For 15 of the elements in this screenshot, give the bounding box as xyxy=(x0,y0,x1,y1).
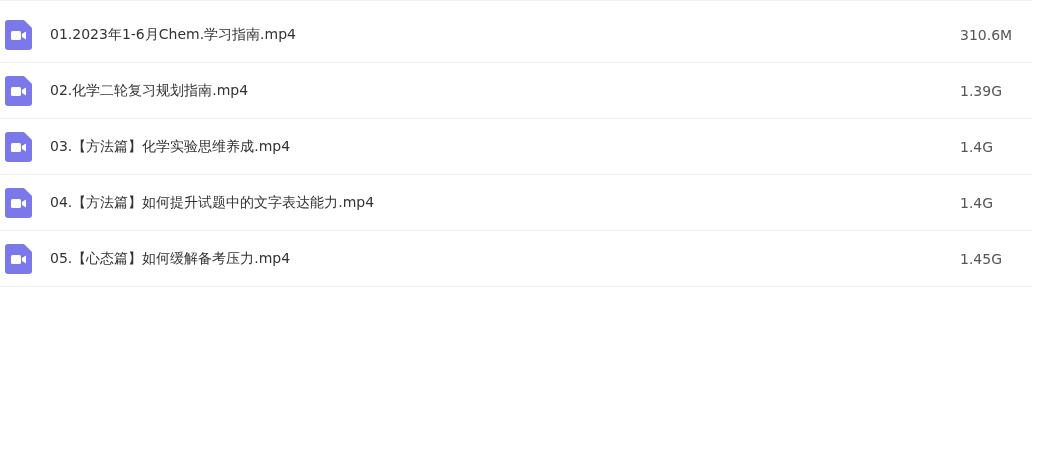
file-size: 1.4G xyxy=(960,138,995,155)
file-name[interactable]: 04.【方法篇】如何提升试题中的文字表达能力.mp4 xyxy=(50,193,960,212)
file-name[interactable]: 05.【心态篇】如何缓解备考压力.mp4 xyxy=(50,249,960,268)
video-file-icon xyxy=(5,243,32,274)
file-name[interactable]: 01.2023年1-6月Chem.学习指南.mp4 xyxy=(50,25,960,44)
file-size: 1.4G xyxy=(960,194,995,211)
file-name[interactable]: 02.化学二轮复习规划指南.mp4 xyxy=(50,81,960,100)
video-file-icon xyxy=(5,131,32,162)
video-file-icon xyxy=(5,19,32,50)
file-size: 1.39G xyxy=(960,82,1004,99)
file-size: 1.45G xyxy=(960,250,1004,267)
video-file-icon xyxy=(5,187,32,218)
file-name[interactable]: 03.【方法篇】化学实验思维养成.mp4 xyxy=(50,137,960,156)
video-file-icon xyxy=(5,75,32,106)
file-size: 310.6M xyxy=(960,26,1014,43)
